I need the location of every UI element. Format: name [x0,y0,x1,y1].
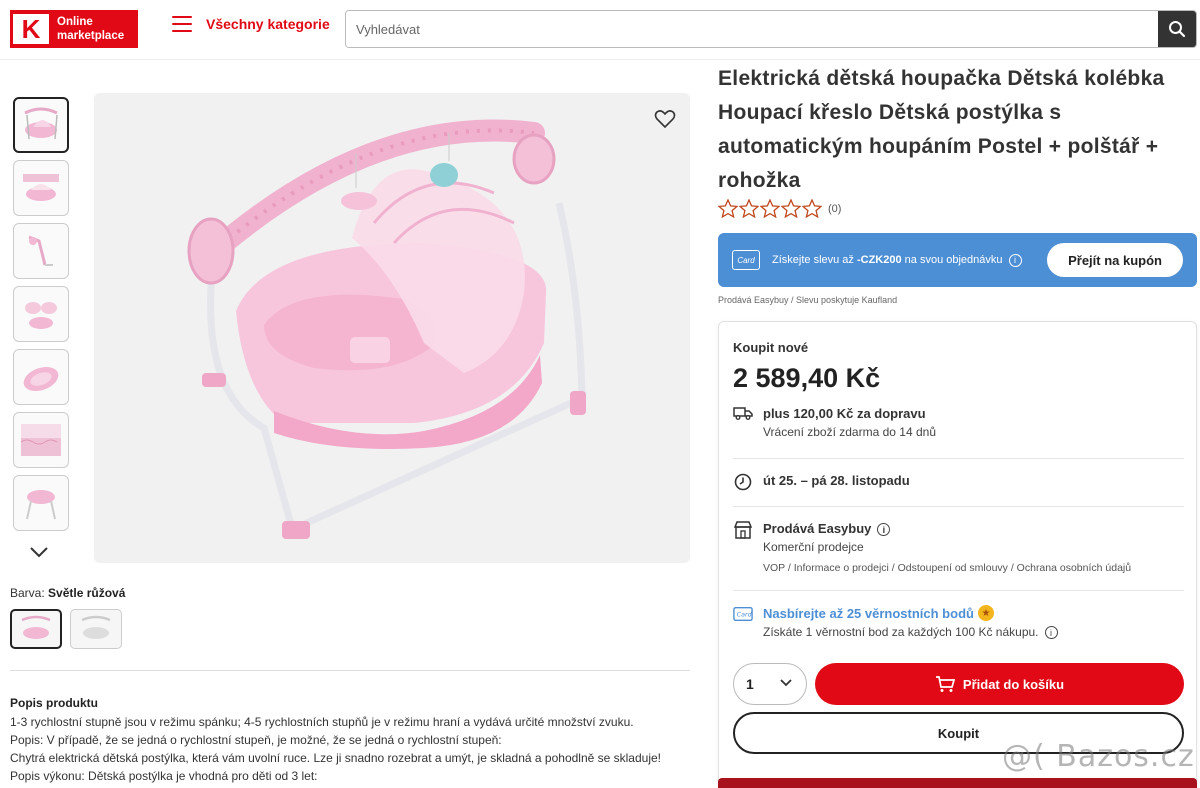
wishlist-button[interactable] [652,106,678,132]
heart-icon [654,110,676,129]
logo-letter: K [21,14,41,44]
loyalty-title-row: Nasbírejte až 25 věrnostních bodů ★ [763,605,1058,621]
seller-links[interactable]: VOP / Informace o prodejci / Odstoupení … [763,562,1131,574]
coupon-text: Získejte slevu až -CZK200 na svou objedn… [772,254,1003,266]
description-line: 1-3 rychlostní stupně jsou v režimu spán… [10,715,634,729]
coupon-amount: -CZK200 [856,254,902,266]
svg-text:Card: Card [737,612,753,619]
price: 2 589,40 Kč [733,363,881,393]
star-icon [802,199,822,218]
buy-box: Koupit nové 2 589,40 Kč plus 120,00 Kč z… [718,321,1197,788]
store-icon [734,521,752,539]
loyalty-card-icon: Card [733,606,753,622]
star-icon [781,199,801,218]
rating[interactable]: (0) [718,199,841,218]
truck-icon [733,407,753,420]
star-icon [739,199,759,218]
coupon-banner: Card Získejte slevu až -CZK200 na svou o… [718,233,1197,287]
loyalty-subtitle: Získáte 1 věrnostní bod za každých 100 K… [763,625,1039,639]
color-label: Barva: Světle růžová [10,586,125,600]
divider [10,670,690,671]
coupon-text-suffix: na svou objednávku [901,254,1003,266]
seller-note: Prodává Easybuy / Slevu poskytuje Kaufla… [718,295,898,305]
thumbnails-scroll-down-button[interactable] [28,545,50,564]
loyalty-row: Card Nasbírejte až 25 věrnostních bodů ★ … [733,605,1058,640]
header: K Online marketplace Všechny kategorie [0,0,1200,60]
separator [733,458,1184,459]
returns-info: Vrácení zboží zdarma do 14 dnů [763,425,936,439]
baby-swing-image [187,119,586,539]
add-to-cart-label: Přidat do košíku [962,676,1065,692]
logo-text: Online marketplace [57,15,124,43]
buy-new-label: Koupit nové [733,340,809,355]
logo-mark: K [13,14,49,44]
info-icon[interactable]: i [1008,253,1022,267]
swatch-light-pink[interactable] [10,609,62,649]
thumbnail-3[interactable] [13,223,69,279]
product-description: Popis produktu 1-3 rychlostní stupně jso… [10,694,700,785]
cart-icon [935,676,955,692]
all-categories-label: Všechny kategorie [206,16,330,32]
description-line: Chytrá elektrická dětská postýlka, která… [10,751,662,765]
color-value: Světle růžová [48,586,126,600]
info-icon[interactable]: i [877,523,891,537]
loyalty-sub-row: Získáte 1 věrnostní bod za každých 100 K… [763,625,1058,640]
seller-row: Prodává Easybuy i Komerční prodejce VOP /… [733,521,1131,574]
coin-icon: ★ [977,605,994,621]
seller-name[interactable]: Prodává Easybuy [763,521,871,536]
search-icon [1169,21,1186,38]
chevron-down-icon [30,547,48,558]
watermark: @( Bazos.cz [1002,739,1195,774]
thumbnail-list [13,97,69,538]
color-swatches [10,609,122,649]
rating-count: (0) [828,202,842,215]
search-button[interactable] [1158,11,1196,47]
go-to-coupon-button[interactable]: Přejít na kupón [1047,243,1183,277]
separator [733,590,1184,591]
description-title: Popis produktu [10,696,98,710]
thumbnail-4[interactable] [13,286,69,342]
shipping-price: plus 120,00 Kč za dopravu [763,406,926,421]
coupon-text-prefix: Získejte slevu až [772,254,857,266]
delivery-date: út 25. – pá 28. listopadu [763,473,910,488]
logo-line1: Online [57,16,93,28]
all-categories-button[interactable]: Všechny kategorie [172,16,330,32]
thumbnail-5[interactable] [13,349,69,405]
star-icon [760,199,780,218]
clock-icon [734,473,752,491]
swatch-grey[interactable] [70,609,122,649]
search-input[interactable] [346,11,1158,47]
product-main-image[interactable] [94,93,690,563]
product-title: Elektrická dětská houpačka Dětská kolébk… [718,67,1165,192]
bottom-cta-bar[interactable] [718,778,1197,788]
thumbnail-6[interactable] [13,412,69,468]
description-line: Popis výkonu: Dětská postýlka je vhodná … [10,769,318,783]
chevron-down-icon [780,679,792,687]
delivery-row: út 25. – pá 28. listopadu [733,473,910,491]
thumbnail-1[interactable] [13,97,69,153]
color-label-text: Barva: [10,586,45,600]
add-to-cart-button[interactable]: Přidat do košíku [815,663,1184,705]
logo-line2: marketplace [57,30,125,42]
seller-name-row: Prodává Easybuy i [763,521,1131,537]
kaufland-logo[interactable]: K Online marketplace [10,10,138,48]
info-icon[interactable]: i [1044,626,1058,640]
seller-type: Komerční prodejce [763,540,864,555]
separator [733,506,1184,507]
search-bar [345,10,1197,48]
shipping-row: plus 120,00 Kč za dopravu Vrácení zboží … [733,406,936,439]
card-icon: Card [732,250,760,270]
loyalty-title: Nasbírejte až 25 věrnostních bodů [763,605,974,621]
quantity-value: 1 [746,676,754,692]
thumbnail-7[interactable] [13,475,69,531]
description-line: Popis: V případě, že se jedná o rychlost… [10,733,502,747]
star-icon [718,199,738,218]
thumbnail-2[interactable] [13,160,69,216]
hamburger-menu-icon [172,16,192,32]
quantity-select[interactable]: 1 [733,663,807,705]
